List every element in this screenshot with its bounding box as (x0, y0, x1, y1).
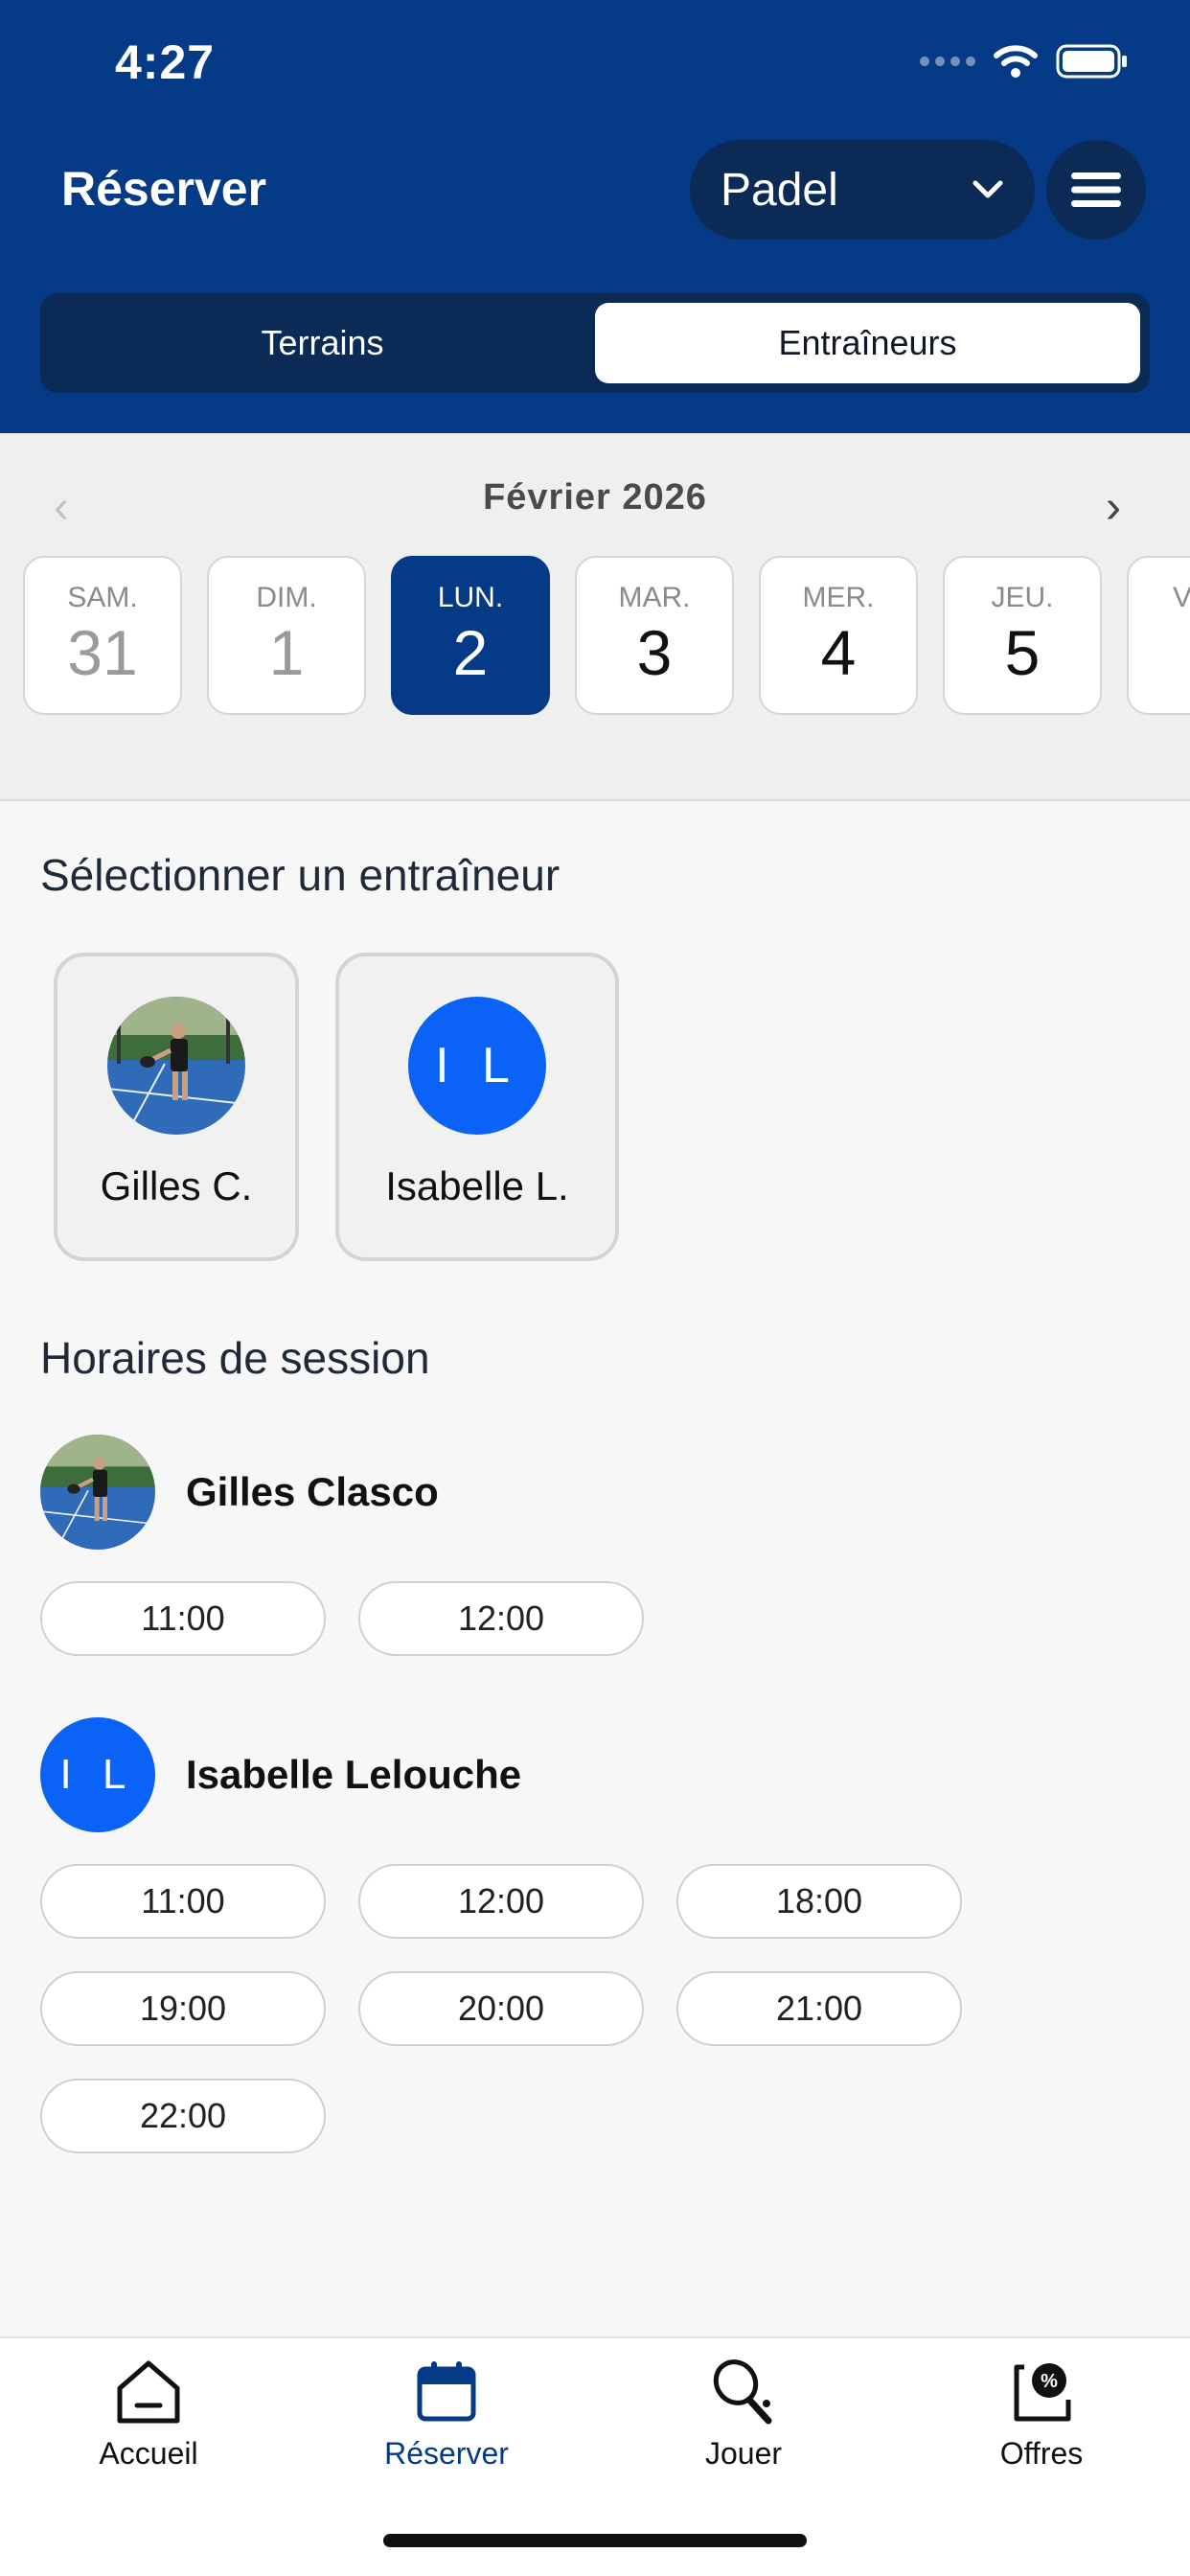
home-icon (117, 2360, 180, 2424)
coach-full-name: Isabelle Lelouche (186, 1752, 522, 1797)
signal-icon (920, 57, 975, 66)
chevron-down-icon (973, 180, 1003, 198)
day-name: LUN. (437, 582, 504, 613)
coach-avatar (107, 997, 245, 1135)
time-slot[interactable]: 22:00 (40, 2079, 326, 2153)
coach-short-name: Gilles C. (100, 1163, 253, 1208)
day-number: 3 (636, 617, 673, 688)
wifi-icon (994, 45, 1038, 78)
sessions-title: Horaires de session (40, 1333, 430, 1383)
home-indicator[interactable] (383, 2534, 807, 2547)
day-item[interactable]: MAR. 3 (575, 556, 734, 715)
status-time: 4:27 (115, 35, 216, 89)
tab-offres[interactable]: % Offres (917, 2358, 1166, 2472)
day-name: JEU. (991, 582, 1054, 613)
day-number: 4 (820, 617, 857, 688)
session-coach-isabelle: I L Isabelle Lelouche (40, 1717, 521, 1832)
day-item[interactable]: DIM. 1 (207, 556, 366, 715)
coach-avatar: I L (408, 997, 546, 1135)
coach-initials-avatar: I L (408, 997, 546, 1135)
sport-select-value: Padel (721, 164, 838, 216)
coach-photo (40, 1435, 155, 1550)
date-picker: Février 2026 ‹ › SAM. 31 DIM. 1 LUN. 2 M… (0, 433, 1190, 801)
svg-text:%: % (1041, 2371, 1058, 2392)
day-item-selected[interactable]: LUN. 2 (391, 556, 550, 715)
day-item[interactable]: SAM. 31 (23, 556, 182, 715)
page-title: Réserver (61, 162, 267, 216)
day-number: 2 (452, 617, 489, 688)
status-icons (920, 44, 1129, 79)
day-item[interactable]: VEN. 6 (1127, 556, 1190, 715)
tab-label: Réserver (384, 2436, 509, 2471)
tab-jouer[interactable]: Jouer (619, 2358, 868, 2472)
previous-month-button[interactable]: ‹ (54, 481, 69, 534)
tab-label: Jouer (704, 2436, 783, 2471)
day-strip: SAM. 31 DIM. 1 LUN. 2 MAR. 3 MER. 4 JEU.… (23, 556, 1190, 715)
coach-photo (107, 997, 245, 1135)
session-coach-gilles: Gilles Clasco (40, 1435, 439, 1550)
time-slot[interactable]: 11:00 (40, 1864, 326, 1939)
tab-reserver[interactable]: Réserver (322, 2358, 571, 2472)
booking-type-segmented-control: Terrains Entraîneurs (40, 293, 1150, 393)
day-name: MER. (802, 582, 875, 613)
time-slot[interactable]: 12:00 (358, 1581, 644, 1656)
coach-initials-avatar: I L (40, 1717, 155, 1832)
coach-card-gilles[interactable]: Gilles C. (54, 953, 299, 1261)
calendar-icon (417, 2361, 476, 2422)
day-item[interactable]: MER. 4 (759, 556, 918, 715)
time-slots-isabelle: 11:00 12:00 18:00 19:00 20:00 21:00 22:0… (40, 1864, 998, 2153)
battery-icon (1056, 44, 1127, 79)
tab-entraineurs[interactable]: Entraîneurs (595, 303, 1140, 383)
time-slot[interactable]: 18:00 (676, 1864, 962, 1939)
app-header: 4:27 Réserver Padel Terrains Entraîneurs (0, 0, 1190, 433)
tab-label: Offres (999, 2436, 1084, 2471)
day-name: VEN. (1172, 582, 1190, 613)
time-slot[interactable]: 11:00 (40, 1581, 326, 1656)
racket-icon (713, 2359, 772, 2425)
day-number: 5 (1004, 617, 1041, 688)
time-slot[interactable]: 19:00 (40, 1971, 326, 2046)
coach-card-isabelle[interactable]: I L Isabelle L. (335, 953, 619, 1261)
day-number: 31 (67, 617, 138, 688)
day-item[interactable]: JEU. 5 (943, 556, 1102, 715)
day-name: SAM. (67, 582, 138, 613)
menu-button[interactable] (1046, 140, 1146, 240)
tab-terrains[interactable]: Terrains (50, 303, 595, 383)
next-month-button[interactable]: › (1106, 481, 1121, 534)
time-slot[interactable]: 12:00 (358, 1864, 644, 1939)
calendar-month: Février 2026 (483, 477, 707, 518)
sport-select[interactable]: Padel (690, 140, 1035, 240)
coach-select-title: Sélectionner un entraîneur (40, 850, 561, 900)
tab-accueil[interactable]: Accueil (24, 2358, 273, 2472)
hamburger-menu-icon (1071, 172, 1121, 207)
time-slot[interactable]: 21:00 (676, 1971, 962, 2046)
coach-short-name: Isabelle L. (385, 1163, 569, 1208)
tab-label: Accueil (99, 2436, 198, 2471)
offers-icon: % (1014, 2363, 1071, 2422)
day-name: MAR. (618, 582, 691, 613)
day-number: 1 (268, 617, 305, 688)
day-name: DIM. (256, 582, 317, 613)
time-slot[interactable]: 20:00 (358, 1971, 644, 2046)
time-slots-gilles: 11:00 12:00 (40, 1581, 998, 1656)
coach-full-name: Gilles Clasco (186, 1469, 439, 1514)
